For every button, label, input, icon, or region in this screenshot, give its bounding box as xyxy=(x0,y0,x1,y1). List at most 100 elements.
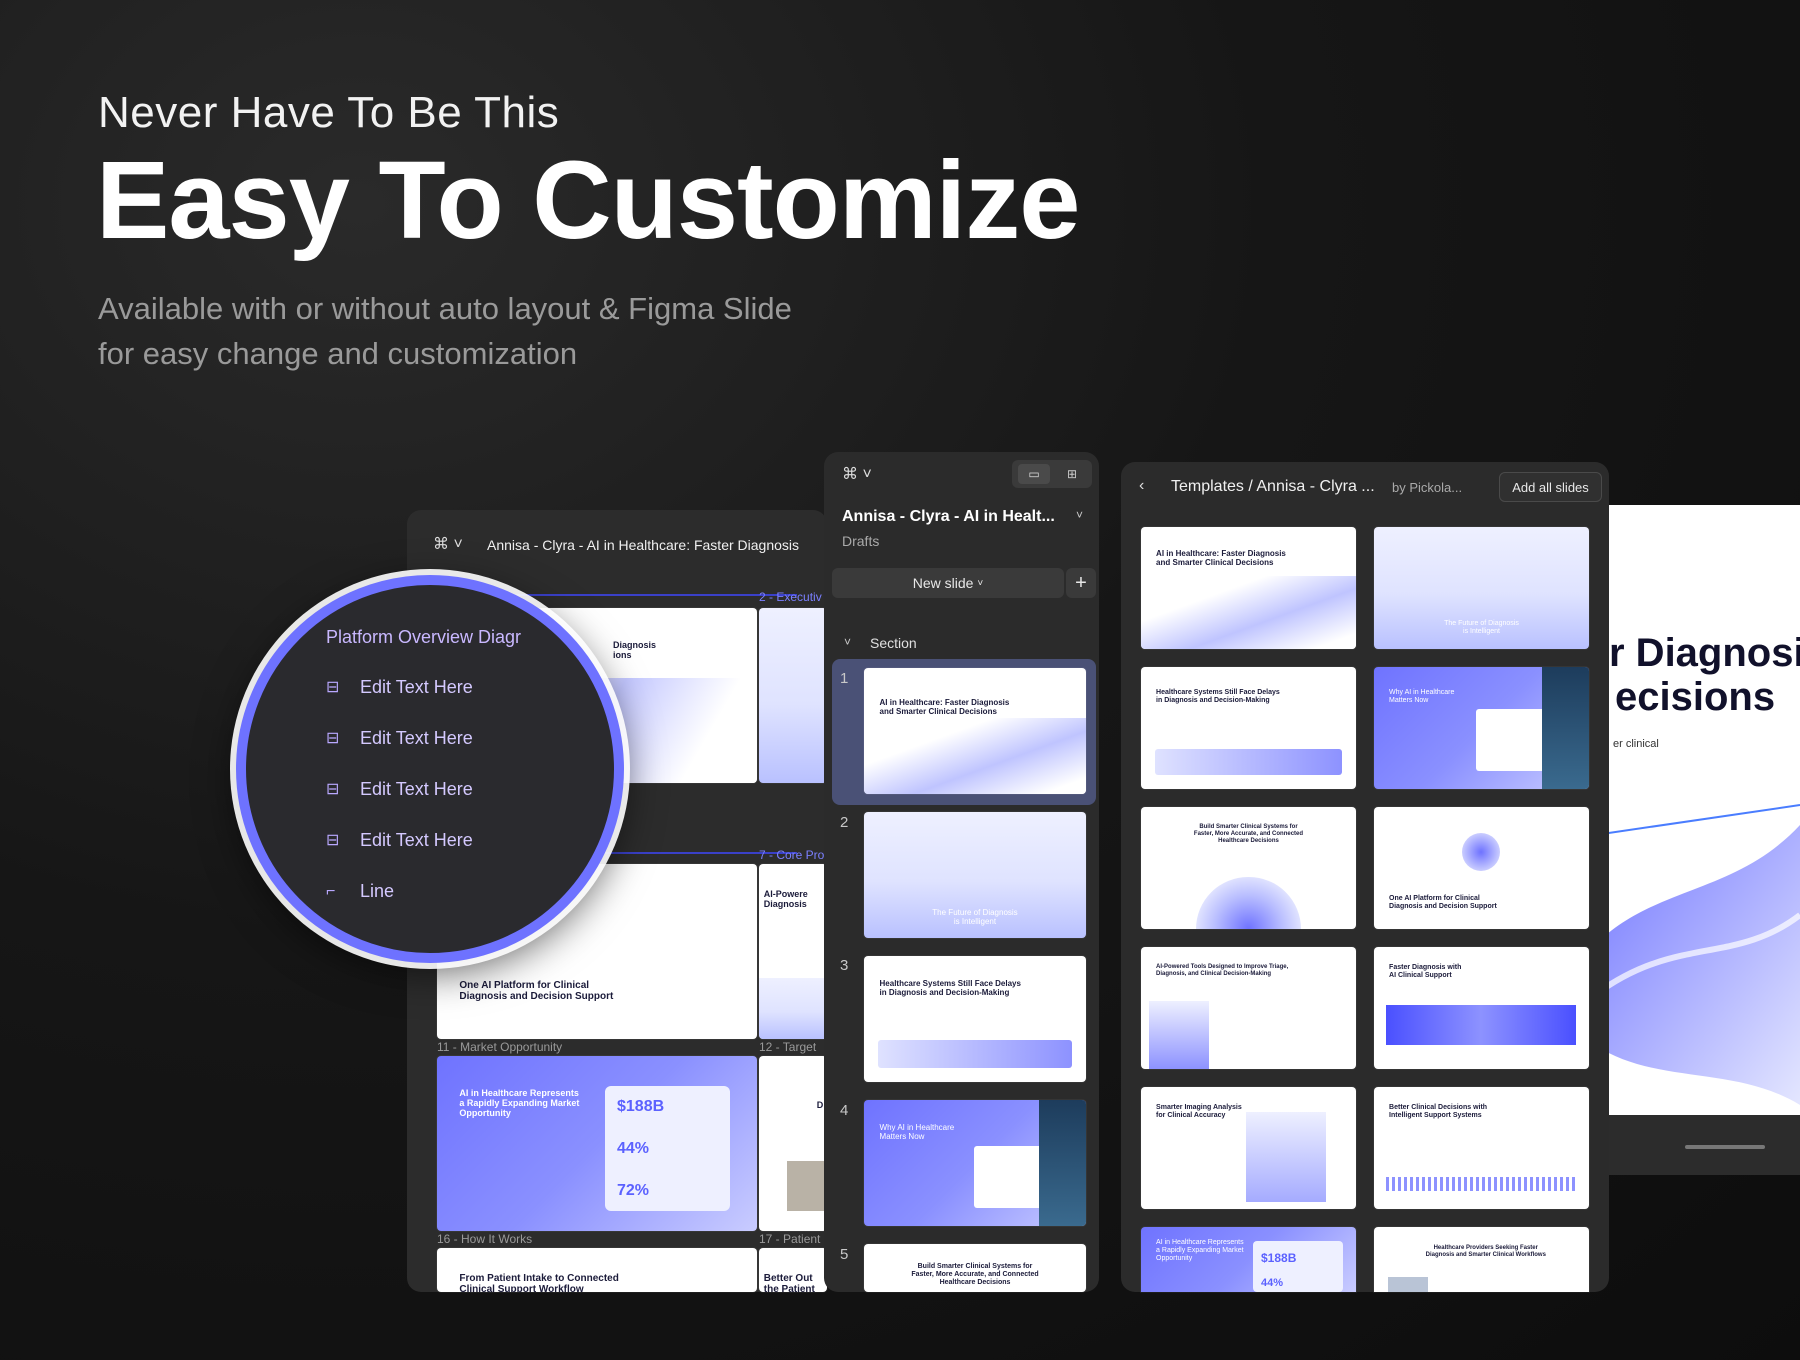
slide-number: 5 xyxy=(840,1246,849,1263)
section-label: 17 - Patient xyxy=(759,1232,821,1246)
file-title[interactable]: Annisa - Clyra - AI in Healt... xyxy=(842,508,1055,526)
align-top-icon: ⊟ xyxy=(326,729,340,747)
chevron-down-icon: ˅ xyxy=(977,577,984,589)
thumb-title: The Future of Diagnosis is Intelligent xyxy=(932,907,1018,926)
new-slide-button[interactable]: New slide ˅ xyxy=(832,568,1064,598)
templates-breadcrumb[interactable]: Templates / Annisa - Clyra ... xyxy=(1171,478,1375,496)
slide-number: 4 xyxy=(840,1102,849,1119)
figma-menu-icon[interactable]: ⌘ ˅ xyxy=(433,534,463,554)
add-all-slides-button[interactable]: Add all slides xyxy=(1499,472,1602,502)
thumb-title: Why AI in Healthcare Matters Now xyxy=(879,1122,955,1141)
slide-thumb-1[interactable]: AI in Healthcare: Faster Diagnosis and S… xyxy=(864,668,1086,794)
section-label: Section xyxy=(870,635,917,651)
template-thumb[interactable]: Faster Diagnosis with AI Clinical Suppor… xyxy=(1374,947,1589,1069)
template-thumb[interactable]: Better Clinical Decisions with Intellige… xyxy=(1374,1087,1589,1209)
slide-thumb-3[interactable]: Healthcare Systems Still Face Delays in … xyxy=(864,956,1086,1082)
thumb-title: Why AI in Healthcare Matters Now xyxy=(1389,688,1455,704)
template-thumb[interactable]: Healthcare Systems Still Face Delays in … xyxy=(1141,667,1356,789)
stat-value: 72% xyxy=(617,1182,650,1199)
layer-item[interactable]: ⊟ Edit Text Here xyxy=(326,779,473,800)
template-thumb[interactable]: Why AI in Healthcare Matters Now xyxy=(1374,667,1589,789)
layer-item[interactable]: ⊟ Edit Text Here xyxy=(326,677,473,698)
slide-thumb[interactable]: From Patient Intake to Connected Clinica… xyxy=(437,1248,757,1292)
section-label: 11 - Market Opportunity xyxy=(437,1040,563,1054)
template-thumb[interactable]: The Future of Diagnosis is Intelligent xyxy=(1374,527,1589,649)
slide-thumb[interactable]: AI-Powere Diagnosis xyxy=(759,864,827,1039)
layer-item[interactable]: ⌐ Line xyxy=(326,881,394,902)
template-thumb[interactable]: AI in Healthcare Represents a Rapidly Ex… xyxy=(1141,1227,1356,1292)
template-thumb[interactable]: AI in Healthcare: Faster Diagnosis and S… xyxy=(1141,527,1356,649)
section-label: 2 - Executiv xyxy=(759,590,822,604)
stat-value: 44% xyxy=(1261,1277,1284,1289)
layer-item[interactable]: ⊟ Edit Text Here xyxy=(326,830,473,851)
left-panel-title: Annisa - Clyra - AI in Healthcare: Faste… xyxy=(487,537,800,553)
slide-thumb[interactable]: D xyxy=(759,1056,827,1231)
layer-item-label: Edit Text Here xyxy=(360,728,473,748)
figma-menu-icon[interactable]: ⌘ ˅ xyxy=(842,464,872,484)
hero-subtitle-line1: Available with or without auto layout & … xyxy=(98,291,792,326)
stat-value: $188B xyxy=(617,1098,665,1115)
preview-title-line1: r Diagnosis xyxy=(1609,631,1800,675)
slide-thumb[interactable] xyxy=(759,608,827,783)
template-thumb[interactable]: Build Smarter Clinical Systems for Faste… xyxy=(1141,807,1356,929)
align-top-icon: ⊟ xyxy=(326,678,340,696)
single-view-icon[interactable]: ▭ xyxy=(1018,464,1050,484)
scroll-indicator[interactable] xyxy=(1685,1145,1765,1149)
view-toggle[interactable]: ▭ ⊞ xyxy=(1012,460,1092,488)
slide-thumb-2[interactable]: The Future of Diagnosis is Intelligent xyxy=(864,812,1086,938)
slide-thumb-5[interactable]: Build Smarter Clinical Systems for Faste… xyxy=(864,1244,1086,1292)
thumb-title: One AI Platform for Clinical Diagnosis a… xyxy=(1389,894,1497,910)
line-icon: ⌐ xyxy=(326,882,336,900)
layer-item[interactable]: ⊟ Edit Text Here xyxy=(326,728,473,749)
preview-title-line2: ecisions xyxy=(1615,675,1776,719)
align-top-icon: ⊟ xyxy=(326,780,340,798)
slide-thumb-4[interactable]: Why AI in Healthcare Matters Now xyxy=(864,1100,1086,1226)
template-thumb[interactable]: AI-Powered Tools Designed to Improve Tri… xyxy=(1141,947,1356,1069)
stats-card: $188B 44% 72% xyxy=(605,1086,730,1211)
thumb-title: Faster Diagnosis with AI Clinical Suppor… xyxy=(1389,964,1462,980)
thumb-title: Better Clinical Decisions with Intellige… xyxy=(1389,1104,1488,1120)
thumb-title: AI in Healthcare Represents a Rapidly Ex… xyxy=(1156,1238,1244,1262)
chevron-down-icon[interactable]: ˅ xyxy=(1076,508,1083,522)
layer-item-label: Edit Text Here xyxy=(360,779,473,799)
hero-eyebrow: Never Have To Be This xyxy=(98,88,560,137)
add-slide-button[interactable]: + xyxy=(1066,568,1096,598)
stat-value: 44% xyxy=(617,1140,650,1157)
template-thumb[interactable]: One AI Platform for Clinical Diagnosis a… xyxy=(1374,807,1589,929)
slide-thumb-market[interactable]: AI in Healthcare Represents a Rapidly Ex… xyxy=(437,1056,757,1231)
thumb-title: From Patient Intake to Connected Clinica… xyxy=(459,1272,619,1292)
grid-view-icon[interactable]: ⊞ xyxy=(1056,464,1088,484)
slide-number: 3 xyxy=(840,957,849,974)
layer-item-label: Line xyxy=(360,881,395,901)
slide-number: 1 xyxy=(840,670,849,687)
thumb-title: AI-Powered Tools Designed to Improve Tri… xyxy=(1156,964,1289,977)
preview-body: er clinical xyxy=(1613,738,1659,750)
template-thumb[interactable]: Smarter Imaging Analysis for Clinical Ac… xyxy=(1141,1087,1356,1209)
thumb-title: Healthcare Systems Still Face Delays in … xyxy=(879,978,1021,997)
template-thumb[interactable]: Healthcare Providers Seeking Faster Diag… xyxy=(1374,1227,1589,1292)
thumb-title: Healthcare Providers Seeking Faster Diag… xyxy=(1425,1245,1546,1259)
preview-wave-graphic xyxy=(1595,804,1800,1105)
thumb-title: Healthcare Systems Still Face Delays in … xyxy=(1156,688,1280,704)
new-slide-label: New slide xyxy=(912,575,974,591)
slide-number: 2 xyxy=(840,814,849,831)
slide-thumb[interactable]: Better Out the Patient xyxy=(759,1248,827,1292)
hero-subtitle-line2: for easy change and customization xyxy=(98,336,578,371)
slides-sidebar-panel: ⌘ ˅ ▭ ⊞ Annisa - Clyra - AI in Healt... … xyxy=(824,452,1099,1292)
stats-card: $188B 44% xyxy=(1253,1241,1343,1292)
hero-subtitle: Available with or without auto layout & … xyxy=(98,286,898,376)
layer-group-header[interactable]: Platform Overview Diagr xyxy=(326,627,521,648)
layer-item-label: Edit Text Here xyxy=(360,677,473,697)
template-author: by Pickola... xyxy=(1392,480,1463,495)
align-top-icon: ⊟ xyxy=(326,831,340,849)
thumb-title: The Future of Diagnosis is Intelligent xyxy=(1444,619,1519,635)
stat-value: $188B xyxy=(1261,1251,1297,1265)
section-label: 7 - Core Pro xyxy=(759,848,825,862)
thumb-title: One AI Platform for Clinical Diagnosis a… xyxy=(459,979,614,1003)
hero-headline: Easy To Customize xyxy=(96,139,1080,262)
thumb-title: AI-Powere Diagnosis xyxy=(763,888,808,909)
back-chevron-icon[interactable]: ‹ xyxy=(1139,477,1144,495)
templates-panel: ‹ Templates / Annisa - Clyra ... by Pick… xyxy=(1121,462,1609,1292)
chevron-down-icon[interactable]: ˅ xyxy=(844,635,851,649)
file-location: Drafts xyxy=(842,533,880,549)
